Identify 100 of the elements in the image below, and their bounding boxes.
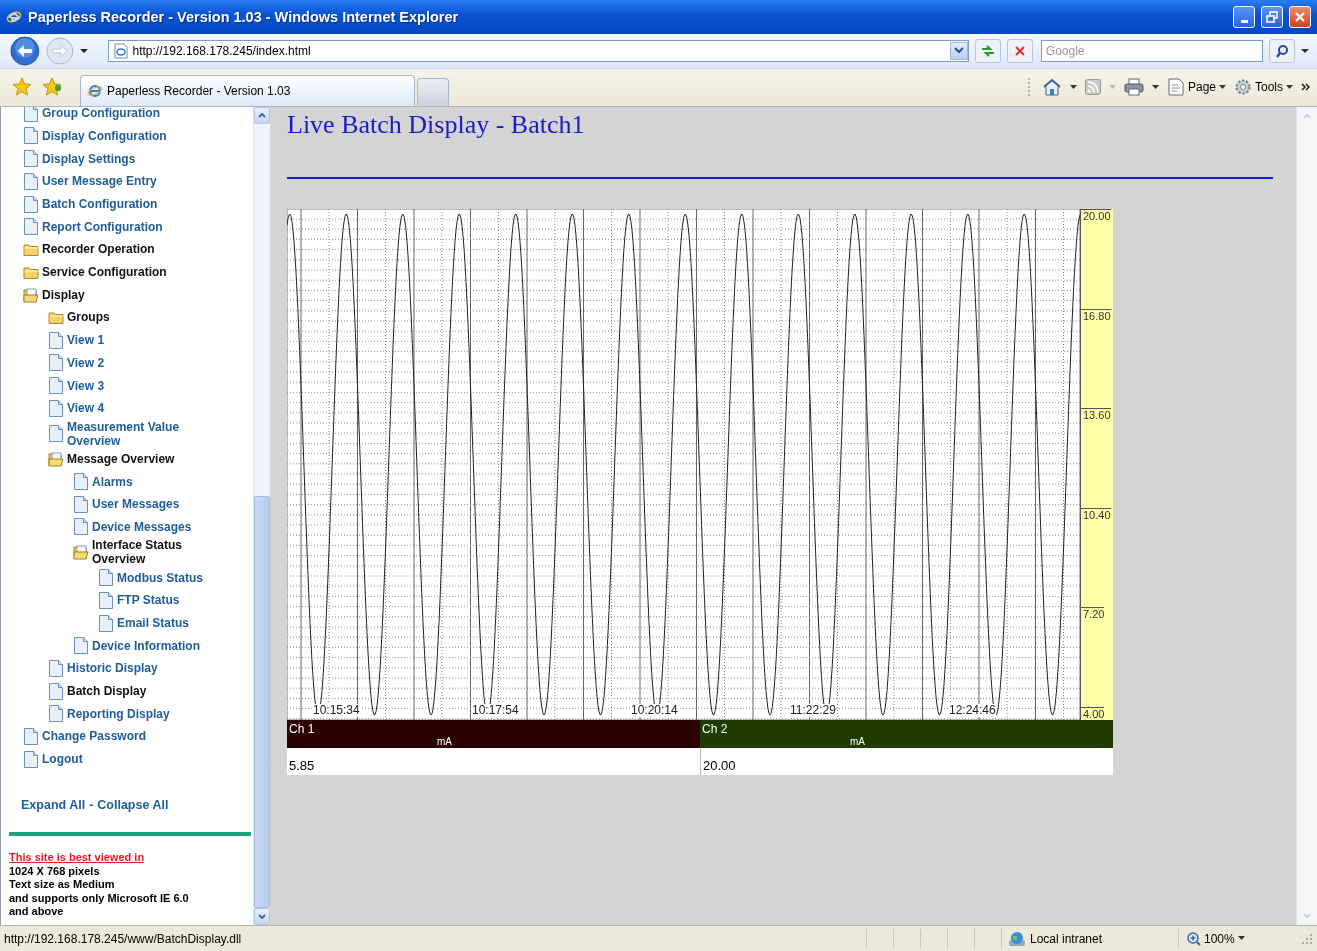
- caret-icon[interactable]: [1151, 84, 1159, 90]
- page-icon: [112, 42, 129, 59]
- search-icon: [1275, 43, 1290, 58]
- channel-unit: mA: [436, 735, 452, 747]
- status-text: http://192.168.178.245/www/BatchDisplay.dll: [3, 931, 243, 946]
- page-icon: [48, 704, 64, 724]
- refresh-icon: [980, 43, 997, 58]
- tree-item[interactable]: Alarms: [59, 470, 133, 493]
- chevron-right-icon[interactable]: [1301, 83, 1311, 92]
- page-icon: [48, 353, 64, 373]
- tree-item[interactable]: Batch Display: [34, 679, 147, 703]
- chevron-down-icon: [954, 46, 965, 55]
- tree-item[interactable]: User Messages: [59, 492, 180, 516]
- page-icon: [23, 194, 39, 214]
- channel-name: Ch 2: [702, 721, 729, 736]
- refresh-button[interactable]: [975, 38, 1001, 63]
- close-button[interactable]: [1289, 6, 1311, 28]
- page-icon: [73, 517, 89, 537]
- tree-item[interactable]: Device Messages: [59, 515, 192, 539]
- url-text: http://192.168.178.245/index.html: [132, 43, 312, 58]
- tree-item[interactable]: Email Status: [84, 611, 190, 635]
- favorites-star-icon[interactable]: [12, 77, 32, 98]
- caret-icon[interactable]: [79, 47, 88, 54]
- printer-icon[interactable]: [1123, 78, 1144, 97]
- tree-item[interactable]: Modbus Status: [84, 566, 203, 589]
- page-menu-button[interactable]: Page: [1166, 78, 1226, 97]
- browser-tab[interactable]: Paperless Recorder - Version 1.03: [80, 74, 415, 106]
- page-icon: [98, 590, 114, 610]
- tree-folder[interactable]: Groups: [34, 306, 110, 329]
- tree-item[interactable]: Reporting Display: [34, 702, 170, 726]
- notice-text: and above: [9, 905, 65, 919]
- tree-folder[interactable]: Interface Status Overview: [59, 538, 232, 567]
- add-favorite-star-icon[interactable]: [42, 77, 62, 98]
- axis-label: 13.60: [1081, 408, 1111, 422]
- tree-item[interactable]: Display Settings: [9, 147, 136, 170]
- tree-item[interactable]: Batch Configuration: [9, 192, 158, 216]
- scrollbar[interactable]: [253, 106, 270, 926]
- tree-item[interactable]: Logout: [9, 747, 83, 771]
- notice-text: and supports only Microsoft IE 6.0: [9, 891, 190, 906]
- tree-item[interactable]: Report Configuration: [9, 215, 163, 239]
- chevron-up-icon[interactable]: [258, 112, 266, 119]
- tree-item[interactable]: Measurement Value Overview: [34, 419, 207, 448]
- tree-folder[interactable]: Service Configuration: [9, 260, 167, 284]
- tools-menu-button[interactable]: Tools: [1234, 78, 1293, 97]
- expand-all-link[interactable]: Expand All: [21, 798, 86, 813]
- caret-icon: [1237, 936, 1245, 942]
- tree-folder[interactable]: Message Overview: [34, 447, 175, 471]
- notice-text: 1024 X 768 pixels: [9, 864, 101, 879]
- notice-link[interactable]: This site is best viewed in: [9, 851, 145, 864]
- chevron-down-icon[interactable]: [258, 913, 266, 920]
- tree-item[interactable]: Change Password: [9, 725, 147, 748]
- page-icon: [48, 658, 64, 678]
- zoom-button[interactable]: 100%: [1178, 928, 1251, 949]
- axis-label: 10.40: [1081, 507, 1111, 521]
- tree-item[interactable]: View 4: [34, 396, 105, 420]
- caret-icon[interactable]: [1219, 84, 1226, 90]
- tree-item[interactable]: Device Information: [59, 634, 201, 658]
- stop-button[interactable]: [1007, 38, 1033, 63]
- page-icon: [98, 568, 114, 588]
- collapse-all-link[interactable]: Collapse All: [97, 798, 169, 813]
- caret-icon[interactable]: [1069, 84, 1077, 90]
- page-icon: [73, 636, 89, 656]
- notice-text: Text size as Medium: [9, 878, 116, 892]
- close-icon: [1293, 10, 1307, 24]
- page-icon: [98, 613, 114, 633]
- search-field[interactable]: Google: [1040, 39, 1264, 62]
- tree-item[interactable]: User Message Entry: [9, 169, 157, 193]
- minimize-button[interactable]: [1233, 6, 1255, 28]
- tree-folder[interactable]: Recorder Operation: [9, 238, 155, 261]
- globe-icon: [1008, 930, 1026, 947]
- link-separator: -: [89, 798, 94, 813]
- axis-label: 20.00: [1081, 208, 1111, 222]
- page-icon: [23, 171, 39, 191]
- gear-icon: [1234, 78, 1252, 97]
- window-title: Paperless Recorder - Version 1.03 - Windows Internet Explorer: [28, 9, 460, 25]
- dropdown-button[interactable]: [950, 41, 969, 60]
- tree-item[interactable]: View 1: [34, 328, 105, 352]
- tree-item[interactable]: Group Configuration: [9, 106, 160, 125]
- tree-item[interactable]: View 2: [34, 351, 105, 375]
- ie-logo-icon: [6, 9, 22, 25]
- search-button[interactable]: [1269, 38, 1296, 63]
- caret-icon[interactable]: [1301, 47, 1309, 54]
- tree-item[interactable]: FTP Status: [84, 588, 180, 612]
- restore-icon: [1265, 10, 1279, 24]
- axis-label: 7.20: [1081, 607, 1105, 621]
- tree-item[interactable]: View 3: [34, 374, 105, 397]
- tree-folder[interactable]: Display: [9, 283, 85, 307]
- tree-item[interactable]: Display Configuration: [9, 124, 167, 148]
- page-icon: [48, 398, 64, 418]
- axis-label: 16.80: [1081, 308, 1111, 322]
- close-icon: [1013, 44, 1026, 57]
- home-icon[interactable]: [1041, 78, 1062, 97]
- resize-grip-icon[interactable]: [1301, 932, 1313, 945]
- restore-button[interactable]: [1261, 6, 1283, 28]
- page-icon: [48, 681, 64, 701]
- address-field[interactable]: http://192.168.178.245/index.html: [107, 39, 970, 62]
- tree-item[interactable]: Historic Display: [34, 657, 158, 680]
- caret-icon[interactable]: [1286, 84, 1293, 90]
- feed-icon[interactable]: [1084, 79, 1101, 96]
- ie-logo-icon: [87, 82, 103, 99]
